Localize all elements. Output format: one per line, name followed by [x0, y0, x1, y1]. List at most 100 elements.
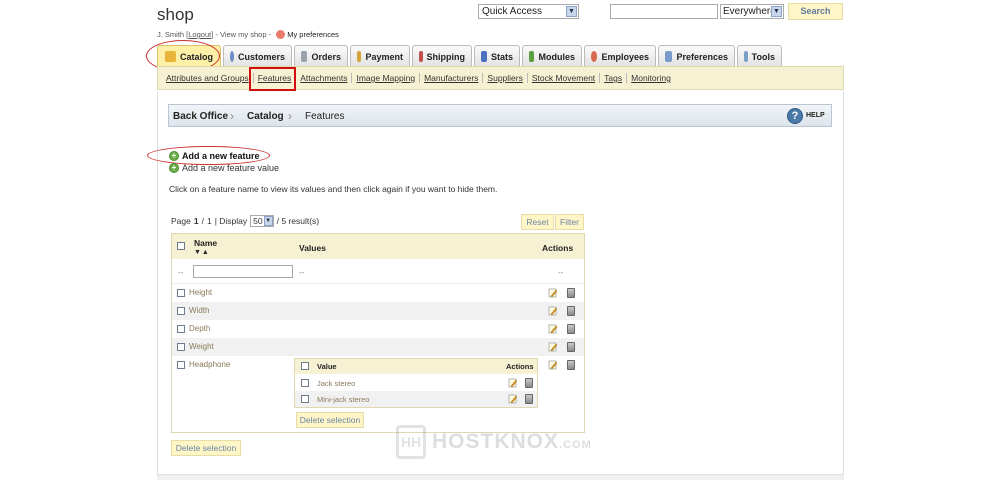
subnav-suppliers[interactable]: Suppliers [483, 73, 528, 83]
value-checkbox[interactable] [301, 379, 309, 387]
trash-icon[interactable] [525, 378, 533, 388]
value-name: Mini-jack stereo [317, 395, 370, 404]
add-new-feature-link[interactable]: + Add a new feature [169, 151, 260, 161]
tab-employees[interactable]: Employees [584, 45, 656, 67]
add-icon: + [169, 163, 179, 173]
search-input[interactable] [610, 4, 718, 19]
select-all-checkbox[interactable] [177, 242, 185, 250]
help-icon: ? [787, 108, 803, 124]
help-button[interactable]: ? HELP [787, 108, 829, 124]
search-button[interactable]: Search [788, 3, 843, 20]
tab-payment[interactable]: Payment [350, 45, 410, 67]
tab-customers[interactable]: Customers [223, 45, 292, 67]
breadcrumb-root[interactable]: Back Office [173, 111, 228, 122]
filter-row: -- -- -- [172, 259, 584, 284]
chart-icon [481, 51, 487, 62]
subnav-stock-movement[interactable]: Stock Movement [528, 73, 601, 83]
my-preferences-link[interactable]: My preferences [287, 30, 339, 39]
trash-icon[interactable] [525, 394, 533, 404]
edit-icon[interactable] [548, 288, 558, 298]
name-column-header: Name [194, 238, 218, 248]
row-checkbox[interactable] [177, 343, 185, 351]
row-checkbox[interactable] [177, 361, 185, 369]
trash-icon[interactable] [567, 342, 575, 352]
quick-access-select[interactable]: Quick Access ▼ [478, 4, 579, 19]
customer-icon [230, 51, 234, 62]
subnav-tags[interactable]: Tags [600, 73, 628, 83]
feature-name[interactable]: Height [189, 288, 212, 297]
values-column-header: Values [299, 243, 326, 253]
search-scope-value: Everywhere [723, 6, 776, 17]
sort-arrows-icon[interactable]: ▼▲ [194, 249, 210, 256]
value-column-header: Value [317, 362, 337, 371]
breadcrumb-page: Features [305, 111, 345, 122]
view-shop-link[interactable]: View my shop [220, 30, 267, 39]
current-page: 1 [193, 216, 199, 226]
watermark: HH HOSTKNOX.COM [396, 425, 592, 459]
quick-access-value: Quick Access [482, 6, 543, 17]
chevron-down-icon: ▼ [771, 6, 782, 17]
table-row[interactable]: Weight [172, 338, 584, 356]
feature-name[interactable]: Weight [189, 342, 214, 351]
payment-icon [357, 51, 362, 62]
select-all-values-checkbox[interactable] [301, 362, 309, 370]
tab-tools[interactable]: Tools [737, 45, 782, 67]
name-filter-input[interactable] [193, 265, 293, 278]
subnav-manufacturers[interactable]: Manufacturers [420, 73, 484, 83]
subnav-attachments[interactable]: Attachments [296, 73, 353, 83]
delete-values-selection-button[interactable]: Delete selection [296, 412, 364, 428]
result-count: / 5 result(s) [276, 216, 320, 226]
bottom-bar [157, 474, 844, 480]
subnav-image-mapping[interactable]: Image Mapping [352, 73, 421, 83]
row-checkbox[interactable] [177, 307, 185, 315]
add-new-feature-value-link[interactable]: + Add a new feature value [169, 163, 279, 173]
value-row[interactable]: Mini-jack stereo [295, 391, 537, 407]
cart-icon [301, 51, 308, 62]
edit-icon[interactable] [548, 360, 558, 370]
features-highlight-box [249, 67, 296, 91]
row-checkbox[interactable] [177, 289, 185, 297]
watermark-logo: HH [396, 425, 426, 459]
value-row[interactable]: Jack stereo [295, 375, 537, 391]
edit-icon[interactable] [508, 394, 518, 404]
wrench-icon [744, 51, 748, 62]
value-actions-column-header: Actions [506, 362, 534, 371]
reset-button[interactable]: Reset [521, 214, 554, 230]
total-pages: 1 [206, 216, 212, 226]
tab-preferences[interactable]: Preferences [658, 45, 735, 67]
trash-icon[interactable] [567, 306, 575, 316]
edit-icon[interactable] [508, 378, 518, 388]
user-name: J. Smith [157, 30, 185, 39]
per-page-select[interactable]: 50 ▼ [250, 215, 274, 227]
table-row[interactable]: Height [172, 284, 584, 302]
edit-icon[interactable] [548, 324, 558, 334]
value-name: Jack stereo [317, 379, 356, 388]
search-scope-select[interactable]: Everywhere ▼ [720, 4, 784, 19]
trash-icon[interactable] [567, 360, 575, 370]
value-checkbox[interactable] [301, 395, 309, 403]
user-line: J. Smith [Logout] - View my shop - My pr… [157, 30, 339, 39]
breadcrumb: Back Office › Catalog › Features [168, 104, 832, 127]
tab-stats[interactable]: Stats [474, 45, 520, 67]
tab-orders[interactable]: Orders [294, 45, 348, 67]
subnav-attributes-groups[interactable]: Attributes and Groups [162, 73, 254, 83]
logout-link[interactable]: Logout [188, 30, 211, 39]
filter-button[interactable]: Filter [555, 214, 584, 230]
delete-selection-button[interactable]: Delete selection [171, 440, 241, 456]
values-table-header: Value Actions [295, 359, 537, 374]
chevron-down-icon: ▼ [566, 6, 577, 17]
tab-shipping[interactable]: Shipping [412, 45, 472, 67]
table-row[interactable]: Width [172, 302, 584, 320]
row-checkbox[interactable] [177, 325, 185, 333]
subnav-monitoring[interactable]: Monitoring [627, 73, 675, 83]
tab-modules[interactable]: Modules [522, 45, 582, 67]
feature-name[interactable]: Headphone [189, 360, 230, 369]
breadcrumb-section[interactable]: Catalog [247, 111, 284, 122]
edit-icon[interactable] [548, 342, 558, 352]
trash-icon[interactable] [567, 288, 575, 298]
trash-icon[interactable] [567, 324, 575, 334]
table-row[interactable]: Depth [172, 320, 584, 338]
feature-name[interactable]: Width [189, 306, 209, 315]
feature-name[interactable]: Depth [189, 324, 210, 333]
edit-icon[interactable] [548, 306, 558, 316]
